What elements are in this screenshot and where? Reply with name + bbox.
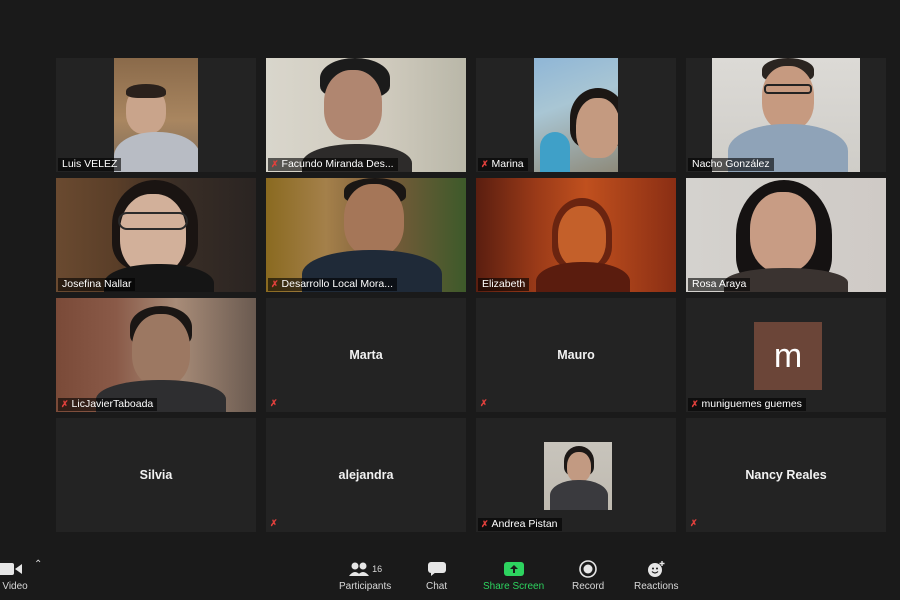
participant-tile-alejandra[interactable]: alejandra ✗ xyxy=(266,418,466,532)
participant-name-label: ✗ Desarrollo Local Mora... xyxy=(268,278,398,291)
participant-name: Marta xyxy=(349,348,383,362)
participant-name-label: Josefina Nallar xyxy=(58,278,136,291)
muted-mic-icon: ✗ xyxy=(480,398,488,408)
participant-name-label: ✗ LicJavierTaboada xyxy=(58,398,158,411)
participant-video xyxy=(114,58,198,172)
share-screen-label: Share Screen xyxy=(483,581,545,592)
participant-tile-rosa-araya[interactable]: Rosa Araya xyxy=(686,178,886,292)
record-icon xyxy=(579,560,597,578)
muted-mic-icon: ✗ xyxy=(271,159,279,169)
muted-mic-icon: ✗ xyxy=(271,279,279,289)
share-screen-icon xyxy=(503,560,525,578)
muted-mic-icon: ✗ xyxy=(481,519,489,529)
participant-name: Mauro xyxy=(557,348,595,362)
profile-photo xyxy=(544,442,612,510)
record-button[interactable]: Record xyxy=(572,560,604,592)
muted-mic-icon: ✗ xyxy=(61,399,69,409)
participants-button[interactable]: 16 Participants xyxy=(339,560,391,592)
participant-video xyxy=(712,58,860,172)
share-screen-button[interactable]: Share Screen xyxy=(483,560,544,592)
participant-name-label: Rosa Araya xyxy=(688,278,751,291)
participant-name-label: ✗ Andrea Pistan xyxy=(478,518,562,531)
participant-name-label: ✗ Marina xyxy=(478,158,528,171)
participant-name: Silvia xyxy=(139,468,173,482)
participant-video xyxy=(686,178,886,292)
stop-video-label: p Video xyxy=(0,581,28,592)
participant-tile-licjaviertaboada[interactable]: ✗ LicJavierTaboada xyxy=(56,298,256,412)
participant-name-label: Elizabeth xyxy=(478,278,530,291)
participant-tile-andrea-pistan[interactable]: ✗ Andrea Pistan xyxy=(476,418,676,532)
chevron-up-icon: ⌃ xyxy=(34,559,43,570)
participant-tile-silvia[interactable]: Silvia xyxy=(56,418,256,532)
participant-video xyxy=(266,178,466,292)
participant-name-label: ✗ Facundo Miranda Des... xyxy=(268,158,398,171)
participant-tile-luis-velez[interactable]: Luis VELEZ xyxy=(56,58,256,172)
participant-tile-mauro[interactable]: Mauro ✗ xyxy=(476,298,676,412)
record-label: Record xyxy=(572,581,605,592)
participant-tile-marta[interactable]: Marta ✗ xyxy=(266,298,466,412)
participant-tile-nancy-reales[interactable]: Nancy Reales ✗ xyxy=(686,418,886,532)
muted-mic-icon: ✗ xyxy=(691,399,699,409)
meeting-toolbar: p Video ⌃ 16 Participants Chat Share Scr… xyxy=(0,554,900,600)
participant-video xyxy=(476,178,676,292)
participant-tile-josefina-nallar[interactable]: Josefina Nallar xyxy=(56,178,256,292)
participants-icon: 16 xyxy=(348,560,382,578)
video-camera-icon xyxy=(0,560,24,578)
video-grid: Luis VELEZ ✗ Facundo Miranda Des... ✗ Mari… xyxy=(56,58,888,534)
participants-label: Participants xyxy=(339,581,392,592)
participant-video xyxy=(534,58,618,172)
participant-name-label: Luis VELEZ xyxy=(58,158,122,171)
muted-mic-icon: ✗ xyxy=(481,159,489,169)
muted-mic-icon: ✗ xyxy=(270,398,278,408)
muted-mic-icon: ✗ xyxy=(270,518,278,528)
participant-tile-elizabeth[interactable]: Elizabeth xyxy=(476,178,676,292)
participant-name-label: ✗ muniguemes guemes xyxy=(688,398,806,411)
participant-video xyxy=(266,58,466,172)
video-options-chevron[interactable]: ⌃ xyxy=(34,559,42,570)
participant-tile-desarrollo-local[interactable]: ✗ Desarrollo Local Mora... xyxy=(266,178,466,292)
participant-tile-nacho-gonzalez[interactable]: Nacho González xyxy=(686,58,886,172)
muted-mic-icon: ✗ xyxy=(690,518,698,528)
participant-video xyxy=(56,298,256,412)
participant-video xyxy=(56,178,256,292)
participant-name-label: Nacho González xyxy=(688,158,774,171)
participant-name: Nancy Reales xyxy=(745,468,827,482)
reactions-label: Reactions xyxy=(634,581,679,592)
participant-tile-marina[interactable]: ✗ Marina xyxy=(476,58,676,172)
participant-tile-muniguemes[interactable]: m ✗ muniguemes guemes xyxy=(686,298,886,412)
chat-button[interactable]: Chat xyxy=(426,560,447,592)
stop-video-button[interactable]: p Video xyxy=(0,560,28,592)
chat-icon xyxy=(427,560,447,578)
reactions-button[interactable]: Reactions xyxy=(634,560,678,592)
smiley-plus-icon xyxy=(646,560,666,578)
participant-name: alejandra xyxy=(338,468,394,482)
participant-tile-facundo-miranda[interactable]: ✗ Facundo Miranda Des... xyxy=(266,58,466,172)
chat-label: Chat xyxy=(426,581,448,592)
participant-count: 16 xyxy=(372,564,383,574)
avatar: m xyxy=(754,322,822,390)
